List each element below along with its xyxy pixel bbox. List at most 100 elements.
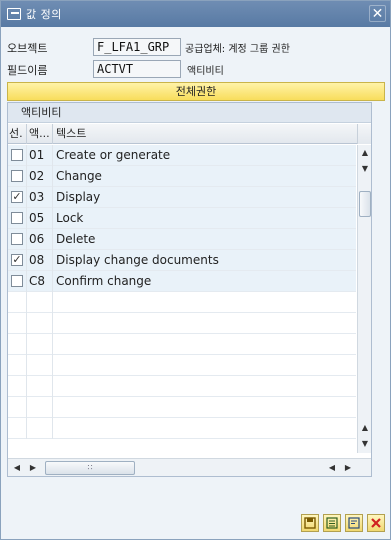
activity-text-cell: Lock	[56, 211, 84, 225]
row-checkbox[interactable]: ✓	[11, 191, 23, 203]
object-row: 오브젝트 F_LFA1_GRP 공급업체: 계정 그룹 권한	[7, 38, 387, 56]
row-select-cell	[8, 355, 27, 376]
row-select-cell	[8, 376, 27, 397]
scroll-right-small-icon[interactable]: ▶	[27, 461, 39, 475]
activity-text-cell	[53, 355, 356, 376]
activity-text-cell: Confirm change	[56, 274, 152, 288]
fieldname-description: 액티비티	[187, 66, 224, 77]
scroll-right-icon[interactable]: ▶	[342, 461, 354, 475]
row-select-cell	[8, 334, 27, 355]
empty-table-row[interactable]	[8, 355, 356, 376]
activity-text-cell	[53, 376, 356, 397]
activity-code-cell: 05	[27, 208, 53, 229]
activity-code-cell: 03	[27, 187, 53, 208]
activity-text-cell: Create or generate	[56, 148, 171, 162]
table-settings-corner[interactable]	[357, 124, 371, 144]
row-select-cell	[8, 271, 27, 292]
activity-text-cell	[53, 292, 356, 313]
activity-code-cell: 08	[27, 250, 53, 271]
row-select-cell	[8, 208, 27, 229]
row-checkbox[interactable]	[11, 275, 23, 287]
empty-table-row[interactable]	[8, 397, 356, 418]
object-description: 공급업체: 계정 그룹 권한	[185, 44, 290, 55]
table-row[interactable]: 05 Lock	[8, 208, 356, 229]
dialog-toolbar	[1, 486, 390, 539]
table-row[interactable]: ✓ 08 Display change documents	[8, 250, 356, 271]
horizontal-scrollbar[interactable]: ◀ ▶ ∷ ◀ ▶	[8, 458, 371, 476]
activity-code-cell: 01	[27, 145, 53, 166]
scroll-down-small-icon[interactable]: ▼	[358, 162, 372, 176]
activity-text-cell: Change	[56, 169, 102, 183]
scroll-left-icon[interactable]: ◀	[11, 461, 23, 475]
row-checkbox[interactable]	[11, 170, 23, 182]
row-select-cell	[8, 166, 27, 187]
save-icon	[304, 517, 316, 529]
column-header-activity[interactable]: 액...	[27, 124, 53, 144]
object-field[interactable]: F_LFA1_GRP	[93, 38, 181, 56]
row-select-cell	[8, 292, 27, 313]
table-row[interactable]: 01 Create or generate	[8, 145, 356, 166]
deselect-icon	[348, 517, 360, 529]
row-checkbox[interactable]	[11, 233, 23, 245]
cancel-button[interactable]	[367, 514, 385, 532]
title-bar[interactable]: 값 정의 ✕	[1, 1, 390, 27]
dialog-icon	[7, 8, 21, 20]
activity-code-cell: 06	[27, 229, 53, 250]
scroll-left-end-icon[interactable]: ◀	[326, 461, 338, 475]
activity-text-cell: Delete	[56, 232, 96, 246]
select-all-button[interactable]	[323, 514, 341, 532]
empty-table-row[interactable]	[8, 313, 356, 334]
row-checkbox[interactable]: ✓	[11, 254, 23, 266]
row-select-cell	[8, 313, 27, 334]
scroll-up-bottom-icon[interactable]: ▲	[358, 421, 372, 435]
row-checkbox[interactable]	[11, 149, 23, 161]
table-row[interactable]: 06 Delete	[8, 229, 356, 250]
dialog-title: 값 정의	[26, 8, 62, 21]
vertical-scroll-thumb[interactable]	[359, 191, 371, 217]
activity-code-cell	[27, 418, 53, 439]
vertical-scrollbar[interactable]: ▲ ▼ ▲ ▼	[357, 145, 371, 453]
fieldname-row: 필드이름 ACTVT 액티비티	[7, 60, 387, 78]
activity-table: 액티비티 선. 액... 텍스트 01 Create or generate 02 C…	[7, 102, 372, 477]
activity-code-cell	[27, 292, 53, 313]
table-row[interactable]: ✓ 03 Display	[8, 187, 356, 208]
activity-code-cell: 02	[27, 166, 53, 187]
column-header-text[interactable]: 텍스트	[53, 124, 357, 144]
table-row[interactable]: 02 Change	[8, 166, 356, 187]
table-title: 액티비티	[8, 103, 371, 123]
scroll-down-icon[interactable]: ▼	[358, 437, 372, 451]
full-authorization-button[interactable]: 전체권한	[7, 82, 385, 101]
object-label: 오브젝트	[7, 42, 48, 55]
row-select-cell	[8, 229, 27, 250]
empty-table-row[interactable]	[8, 418, 356, 439]
save-button[interactable]	[301, 514, 319, 532]
activity-code-cell	[27, 355, 53, 376]
cancel-icon	[371, 518, 381, 528]
fieldname-field[interactable]: ACTVT	[93, 60, 181, 78]
row-checkbox[interactable]	[11, 212, 23, 224]
activity-code-cell	[27, 334, 53, 355]
activity-text-cell	[53, 418, 356, 439]
table-row[interactable]: C8 Confirm change	[8, 271, 356, 292]
deselect-all-button[interactable]	[345, 514, 363, 532]
empty-table-row[interactable]	[8, 334, 356, 355]
activity-code-cell: C8	[27, 271, 53, 292]
row-select-cell: ✓	[8, 250, 27, 271]
column-header-select[interactable]: 선.	[8, 124, 27, 144]
select-all-icon	[326, 517, 338, 529]
table-header: 선. 액... 텍스트	[8, 124, 371, 144]
empty-table-row[interactable]	[8, 292, 356, 313]
horizontal-scroll-thumb[interactable]: ∷	[45, 461, 135, 475]
row-select-cell: ✓	[8, 187, 27, 208]
row-select-cell	[8, 145, 27, 166]
activity-text-cell	[53, 397, 356, 418]
empty-table-row[interactable]	[8, 376, 356, 397]
row-select-cell	[8, 397, 27, 418]
scroll-up-icon[interactable]: ▲	[358, 146, 372, 160]
activity-code-cell	[27, 397, 53, 418]
activity-code-cell	[27, 376, 53, 397]
activity-code-cell	[27, 313, 53, 334]
close-button[interactable]: ✕	[369, 5, 386, 22]
value-definition-dialog: 값 정의 ✕ 오브젝트 F_LFA1_GRP 공급업체: 계정 그룹 권한 필드…	[0, 0, 391, 540]
activity-text-cell: Display change documents	[56, 253, 219, 267]
